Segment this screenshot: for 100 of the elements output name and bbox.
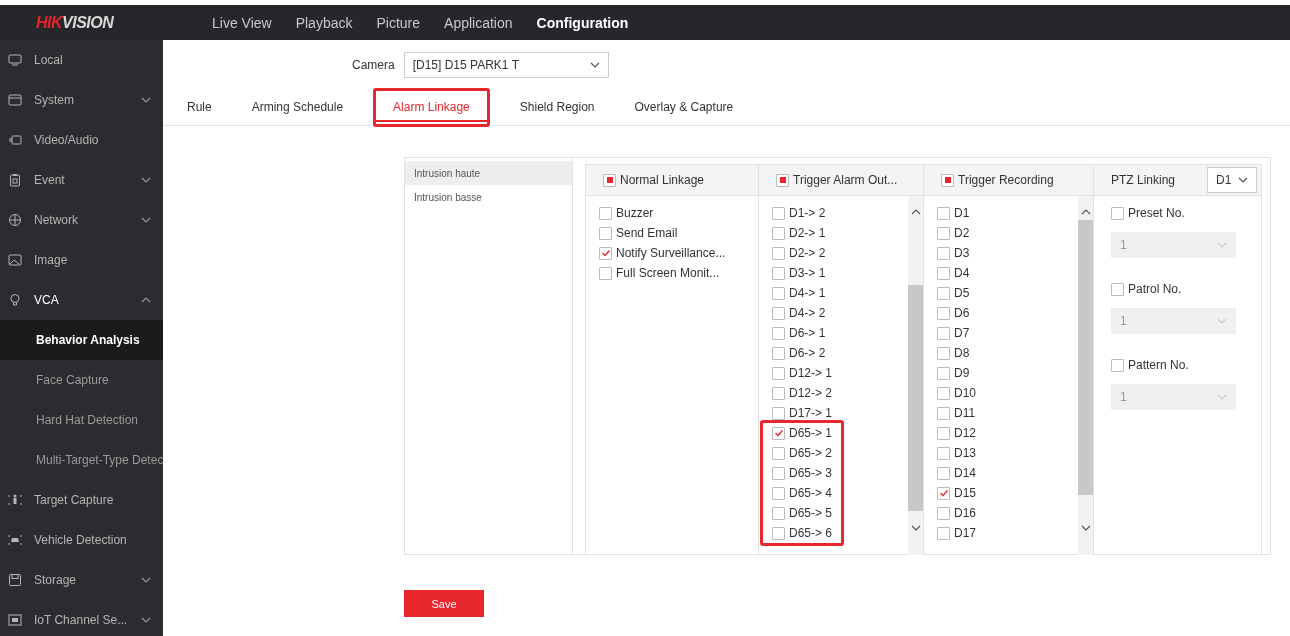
camera-select[interactable]: [D15] D15 PARK1 T — [403, 52, 609, 78]
option-label: D6 — [954, 306, 970, 320]
checkbox[interactable] — [599, 206, 612, 220]
sidebar-item[interactable]: System — [0, 80, 163, 120]
option-label: D5 — [954, 286, 970, 300]
checkbox[interactable] — [937, 306, 950, 320]
tab[interactable]: Shield Region — [509, 87, 605, 127]
option-label: D65-> 2 — [789, 446, 833, 460]
alarm-rule-item[interactable]: Intrusion basse — [405, 185, 572, 209]
chevron-up-icon — [910, 209, 921, 215]
scrollbar[interactable] — [1078, 196, 1093, 555]
checkbox[interactable] — [772, 446, 785, 460]
menu-tab[interactable]: Configuration — [524, 14, 641, 31]
checkbox[interactable] — [772, 526, 785, 540]
checkbox[interactable] — [772, 406, 785, 420]
checkbox[interactable] — [599, 266, 612, 280]
sidebar-item[interactable]: Network — [0, 200, 163, 240]
alarm-rule-item[interactable]: Intrusion haute — [405, 161, 572, 185]
channel-select[interactable]: D1 — [1207, 167, 1257, 193]
option-label: D65-> 1 — [789, 426, 833, 440]
checkbox[interactable] — [937, 426, 950, 440]
checkbox[interactable] — [937, 266, 950, 280]
checkbox[interactable] — [772, 486, 785, 500]
checkbox[interactable] — [937, 466, 950, 480]
menu-tab[interactable]: Playback — [283, 14, 365, 31]
sidebar-subitem[interactable]: Behavior Analysis — [0, 320, 163, 360]
checkbox[interactable] — [772, 346, 785, 360]
checkbox[interactable] — [603, 173, 616, 187]
option-label: D2 — [954, 226, 970, 240]
option-label: D3-> 1 — [789, 266, 826, 280]
checkbox[interactable] — [599, 246, 612, 260]
checkbox[interactable] — [937, 326, 950, 340]
option-label: D2-> 2 — [789, 246, 826, 260]
clipboard-icon — [8, 173, 22, 187]
chevron-down-icon — [910, 525, 921, 531]
checkbox[interactable] — [772, 286, 785, 300]
chevron-down-icon — [1238, 177, 1248, 183]
checkbox[interactable] — [772, 386, 785, 400]
option-label: D15 — [954, 486, 976, 500]
option-label: Pattern No. — [1128, 358, 1189, 372]
sidebar-item[interactable]: Vehicle Detection — [0, 520, 163, 560]
menu-tab[interactable]: Live View — [200, 14, 284, 31]
person-icon — [8, 493, 22, 507]
checkbox[interactable] — [772, 246, 785, 260]
column-title: Trigger Alarm Out... — [793, 173, 898, 187]
sidebar-item[interactable]: VCA — [0, 280, 163, 320]
checkbox[interactable] — [772, 426, 785, 440]
lightbulb-icon — [8, 293, 22, 307]
menu-tab[interactable]: Picture — [364, 14, 433, 31]
globe-icon — [8, 213, 22, 227]
tab[interactable]: Rule — [177, 87, 222, 127]
checkbox[interactable] — [941, 173, 954, 187]
option-label: D65-> 5 — [789, 506, 833, 520]
checkbox[interactable] — [599, 226, 612, 240]
checkbox[interactable] — [937, 366, 950, 380]
sidebar-item[interactable]: Event — [0, 160, 163, 200]
tab[interactable]: Alarm Linkage — [373, 87, 490, 127]
option-label: D65-> 4 — [789, 486, 833, 500]
sidebar-item[interactable]: Storage — [0, 560, 163, 600]
menu-tab[interactable]: Application — [432, 14, 525, 31]
checkbox[interactable] — [937, 246, 950, 260]
checkbox[interactable] — [937, 386, 950, 400]
option-label: D65-> 6 — [789, 526, 833, 540]
checkbox[interactable] — [772, 206, 785, 220]
checkbox[interactable] — [937, 486, 950, 500]
logo: HIKVISION — [35, 13, 115, 32]
sidebar-item[interactable]: IoT Channel Se... — [0, 600, 163, 636]
checkbox[interactable] — [937, 406, 950, 420]
checkbox[interactable] — [937, 226, 950, 240]
sidebar-item[interactable]: Local — [0, 40, 163, 80]
sidebar-subitem[interactable]: Face Capture — [0, 360, 163, 400]
option-label: Notify Surveillance... — [616, 246, 726, 260]
option-label: D2-> 1 — [789, 226, 826, 240]
checkbox[interactable] — [937, 446, 950, 460]
sidebar-item[interactable]: Image — [0, 240, 163, 280]
checkbox[interactable] — [772, 366, 785, 380]
tab[interactable]: Arming Schedule — [241, 87, 354, 127]
checkbox[interactable] — [937, 526, 950, 540]
checkbox[interactable] — [937, 286, 950, 300]
checkbox[interactable] — [776, 173, 789, 187]
checkbox[interactable] — [772, 506, 785, 520]
checkbox[interactable] — [937, 346, 950, 360]
tab[interactable]: Overlay & Capture — [624, 87, 744, 127]
scrollbar[interactable] — [908, 196, 923, 555]
checkbox[interactable] — [937, 506, 950, 520]
window-icon — [8, 93, 22, 107]
sidebar-subitem[interactable]: Multi-Target-Type Detec — [0, 440, 163, 480]
checkbox[interactable] — [772, 326, 785, 340]
checkbox[interactable] — [772, 466, 785, 480]
checkbox[interactable] — [772, 266, 785, 280]
sidebar-subitem[interactable]: Hard Hat Detection — [0, 400, 163, 440]
save-button[interactable]: Save — [404, 590, 484, 617]
checkbox[interactable] — [937, 206, 950, 220]
checkbox[interactable] — [772, 306, 785, 320]
sidebar-item[interactable]: Target Capture — [0, 480, 163, 520]
option-label: D8 — [954, 346, 970, 360]
option-label: D12-> 2 — [789, 386, 833, 400]
option-label: D7 — [954, 326, 970, 340]
checkbox[interactable] — [772, 226, 785, 240]
sidebar-item[interactable]: Video/Audio — [0, 120, 163, 160]
